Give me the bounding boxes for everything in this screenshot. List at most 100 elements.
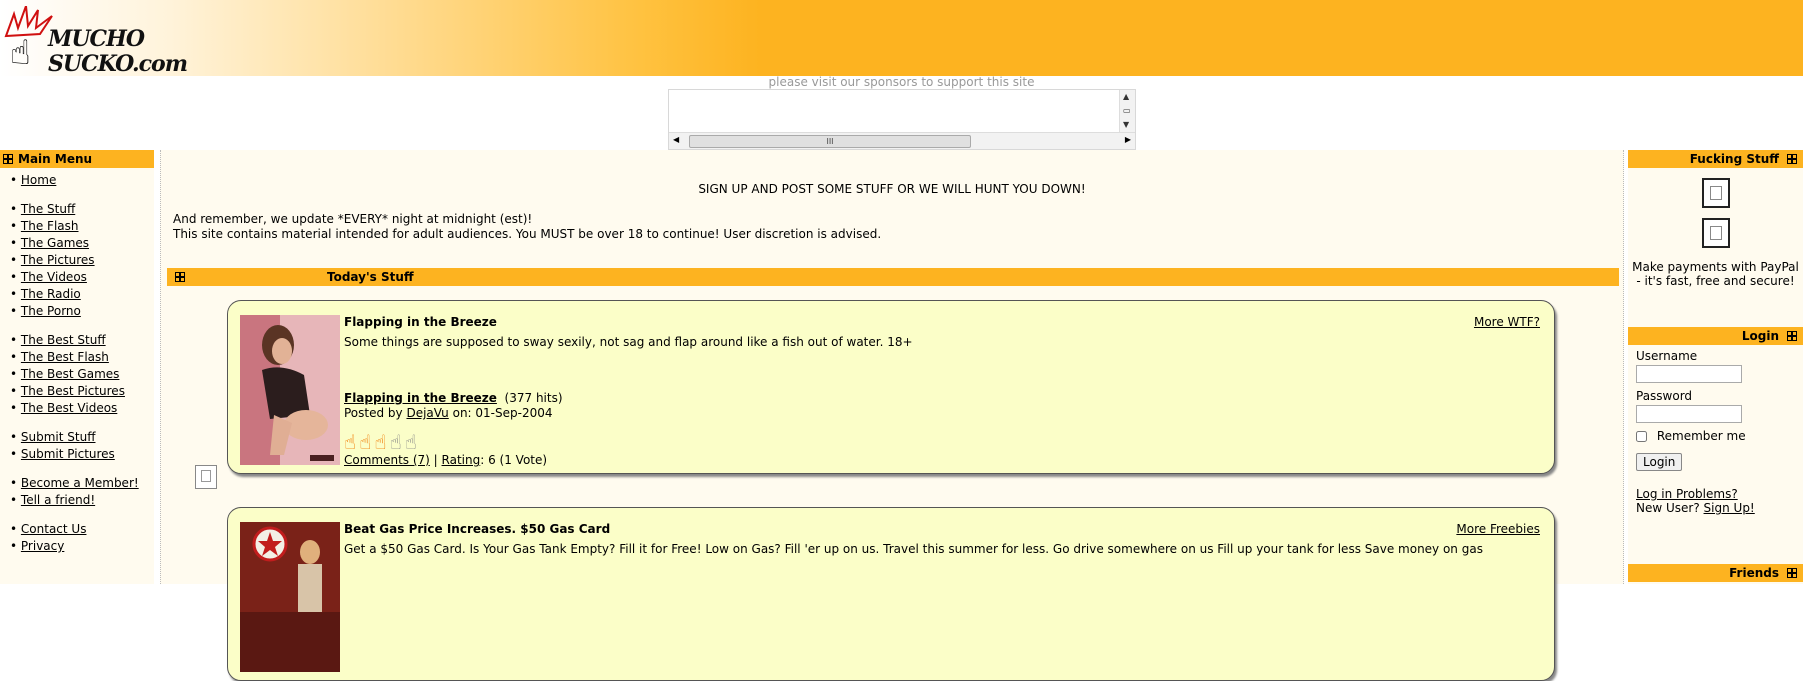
password-input[interactable]: [1636, 405, 1742, 423]
menu-item-videos[interactable]: The Videos: [10, 269, 154, 286]
signup-banner: SIGN UP AND POST SOME STUFF OR WE WILL H…: [698, 182, 1086, 196]
scroll-thumb[interactable]: III: [689, 135, 971, 148]
card-description: Get a $50 Gas Card. Is Your Gas Tank Emp…: [344, 542, 1483, 556]
menu-item-best-stuff[interactable]: The Best Stuff: [10, 332, 154, 349]
rating-hand-icon[interactable]: ☝: [405, 431, 417, 453]
menu-item-games[interactable]: The Games: [10, 235, 154, 252]
menu-item-best-pictures[interactable]: The Best Pictures: [10, 383, 154, 400]
rating-hand-icon[interactable]: ☝: [390, 431, 402, 453]
fucking-stuff-title: Fucking Stuff: [1689, 152, 1779, 166]
rating-value: : 6 (1 Vote): [480, 453, 548, 467]
menu-link[interactable]: The Radio: [21, 287, 81, 301]
password-label: Password: [1636, 389, 1693, 403]
main-menu-header: Main Menu: [0, 150, 154, 168]
menu-link[interactable]: The Stuff: [21, 202, 75, 216]
menu-item-submit-stuff[interactable]: Submit Stuff: [10, 429, 154, 446]
card-description: Some things are supposed to sway sexily,…: [344, 335, 913, 349]
card-footer: Comments (7) | Rating: 6 (1 Vote): [344, 453, 548, 467]
login-button[interactable]: Login: [1636, 453, 1683, 471]
menu-link[interactable]: The Best Games: [21, 367, 120, 381]
broken-image-icon[interactable]: [1701, 178, 1730, 208]
menu-link[interactable]: Become a Member!: [21, 476, 139, 490]
remember-me-checkbox[interactable]: [1636, 431, 1647, 442]
pointing-hand-icon: ☝: [10, 33, 31, 73]
author-link[interactable]: DejaVu: [406, 406, 448, 420]
sign-up-link[interactable]: Sign Up!: [1704, 501, 1755, 515]
broken-image-icon[interactable]: [1701, 218, 1730, 248]
more-freebies-link[interactable]: More Freebies: [1456, 522, 1540, 536]
logo-text-line2: SUCKO.com: [48, 51, 188, 77]
grid-icon: [1787, 154, 1797, 164]
rating-hand-icon[interactable]: ☝: [344, 431, 356, 453]
grid-icon: [175, 272, 185, 282]
sponsor-notice: please visit our sponsors to support thi…: [768, 75, 1035, 89]
username-label: Username: [1636, 349, 1698, 363]
menu-link[interactable]: Privacy: [21, 539, 64, 553]
card-title: Beat Gas Price Increases. $50 Gas Card: [344, 522, 611, 536]
menu-item-radio[interactable]: The Radio: [10, 286, 154, 303]
horizontal-scrollbar[interactable]: ◀ III ▶: [669, 132, 1135, 149]
scroll-left-icon[interactable]: ◀: [673, 135, 679, 144]
remember-me-label: Remember me: [1656, 429, 1746, 443]
menu-link[interactable]: The Videos: [21, 270, 87, 284]
more-wtf-link[interactable]: More WTF?: [1474, 315, 1540, 329]
right-column: Fucking Stuff Make payments with PayPal …: [1628, 150, 1803, 584]
menu-link[interactable]: The Pictures: [21, 253, 95, 267]
login-header: Login: [1628, 327, 1803, 345]
sponsor-ad-frame[interactable]: ▲ ▭ ▼ ◀ III ▶: [668, 89, 1136, 150]
scroll-down-icon[interactable]: ▼: [1123, 120, 1129, 129]
menu-item-submit-pictures[interactable]: Submit Pictures: [10, 446, 154, 463]
menu-link[interactable]: Tell a friend!: [21, 493, 95, 507]
menu-item-best-videos[interactable]: The Best Videos: [10, 400, 154, 417]
menu-item-best-games[interactable]: The Best Games: [10, 366, 154, 383]
username-input[interactable]: [1636, 365, 1742, 383]
center-column: SIGN UP AND POST SOME STUFF OR WE WILL H…: [160, 150, 1624, 681]
menu-item-privacy[interactable]: Privacy: [10, 538, 154, 555]
menu-link[interactable]: Home: [21, 173, 56, 187]
menu-link[interactable]: Contact Us: [21, 522, 87, 536]
main-menu-title: Main Menu: [18, 152, 93, 166]
menu-item-become-member[interactable]: Become a Member!: [10, 475, 154, 492]
menu-link[interactable]: The Porno: [21, 304, 81, 318]
login-problems-link[interactable]: Log in Problems?: [1636, 487, 1738, 501]
scroll-right-icon[interactable]: ▶: [1125, 135, 1131, 144]
login-title: Login: [1741, 329, 1779, 343]
rating-link[interactable]: Rating: [442, 453, 481, 467]
menu-link[interactable]: The Best Stuff: [21, 333, 106, 347]
menu-item-porno[interactable]: The Porno: [10, 303, 154, 320]
main-menu: Home The Stuff The Flash The Games The P…: [0, 168, 154, 555]
menu-link[interactable]: Submit Pictures: [21, 447, 115, 461]
rating-hand-icon[interactable]: ☝: [359, 431, 371, 453]
menu-link[interactable]: Submit Stuff: [21, 430, 96, 444]
comments-link[interactable]: Comments (7): [344, 453, 430, 467]
header-banner: ☝ MUCHO SUCKO.com: [0, 0, 1803, 77]
menu-item-flash[interactable]: The Flash: [10, 218, 154, 235]
menu-link[interactable]: The Flash: [21, 219, 79, 233]
update-notice: And remember, we update *EVERY* night at…: [173, 212, 533, 226]
menu-item-pictures[interactable]: The Pictures: [10, 252, 154, 269]
menu-link[interactable]: The Best Flash: [21, 350, 109, 364]
menu-item-best-flash[interactable]: The Best Flash: [10, 349, 154, 366]
logo-text-line1: MUCHO: [48, 26, 145, 52]
menu-item-home[interactable]: Home: [10, 172, 154, 189]
scroll-up-icon[interactable]: ▲: [1123, 92, 1129, 101]
menu-item-contact[interactable]: Contact Us: [10, 521, 154, 538]
menu-link[interactable]: The Best Videos: [21, 401, 117, 415]
grid-icon: [3, 154, 13, 164]
card-thumbnail[interactable]: [240, 522, 340, 672]
vertical-scrollbar[interactable]: ▲ ▭ ▼: [1119, 90, 1135, 132]
menu-link[interactable]: The Best Pictures: [21, 384, 125, 398]
menu-item-stuff[interactable]: The Stuff: [10, 201, 154, 218]
stuff-link[interactable]: Flapping in the Breeze: [344, 391, 497, 405]
posted-by-line: Posted by DejaVu on: 01-Sep-2004: [344, 406, 553, 420]
rating-hand-icon[interactable]: ☝: [374, 431, 386, 453]
posted-date: on: 01-Sep-2004: [452, 406, 553, 420]
new-user-label: New User?: [1636, 501, 1700, 515]
login-form: Username Password Remember me Login Log …: [1628, 345, 1803, 515]
card-thumbnail[interactable]: [240, 315, 340, 465]
site-logo[interactable]: ☝ MUCHO SUCKO.com: [4, 6, 188, 77]
menu-link[interactable]: The Games: [21, 236, 89, 250]
menu-item-tell-friend[interactable]: Tell a friend!: [10, 492, 154, 509]
hit-count: (377 hits): [504, 391, 563, 405]
scroll-thumb-icon[interactable]: ▭: [1123, 106, 1131, 115]
